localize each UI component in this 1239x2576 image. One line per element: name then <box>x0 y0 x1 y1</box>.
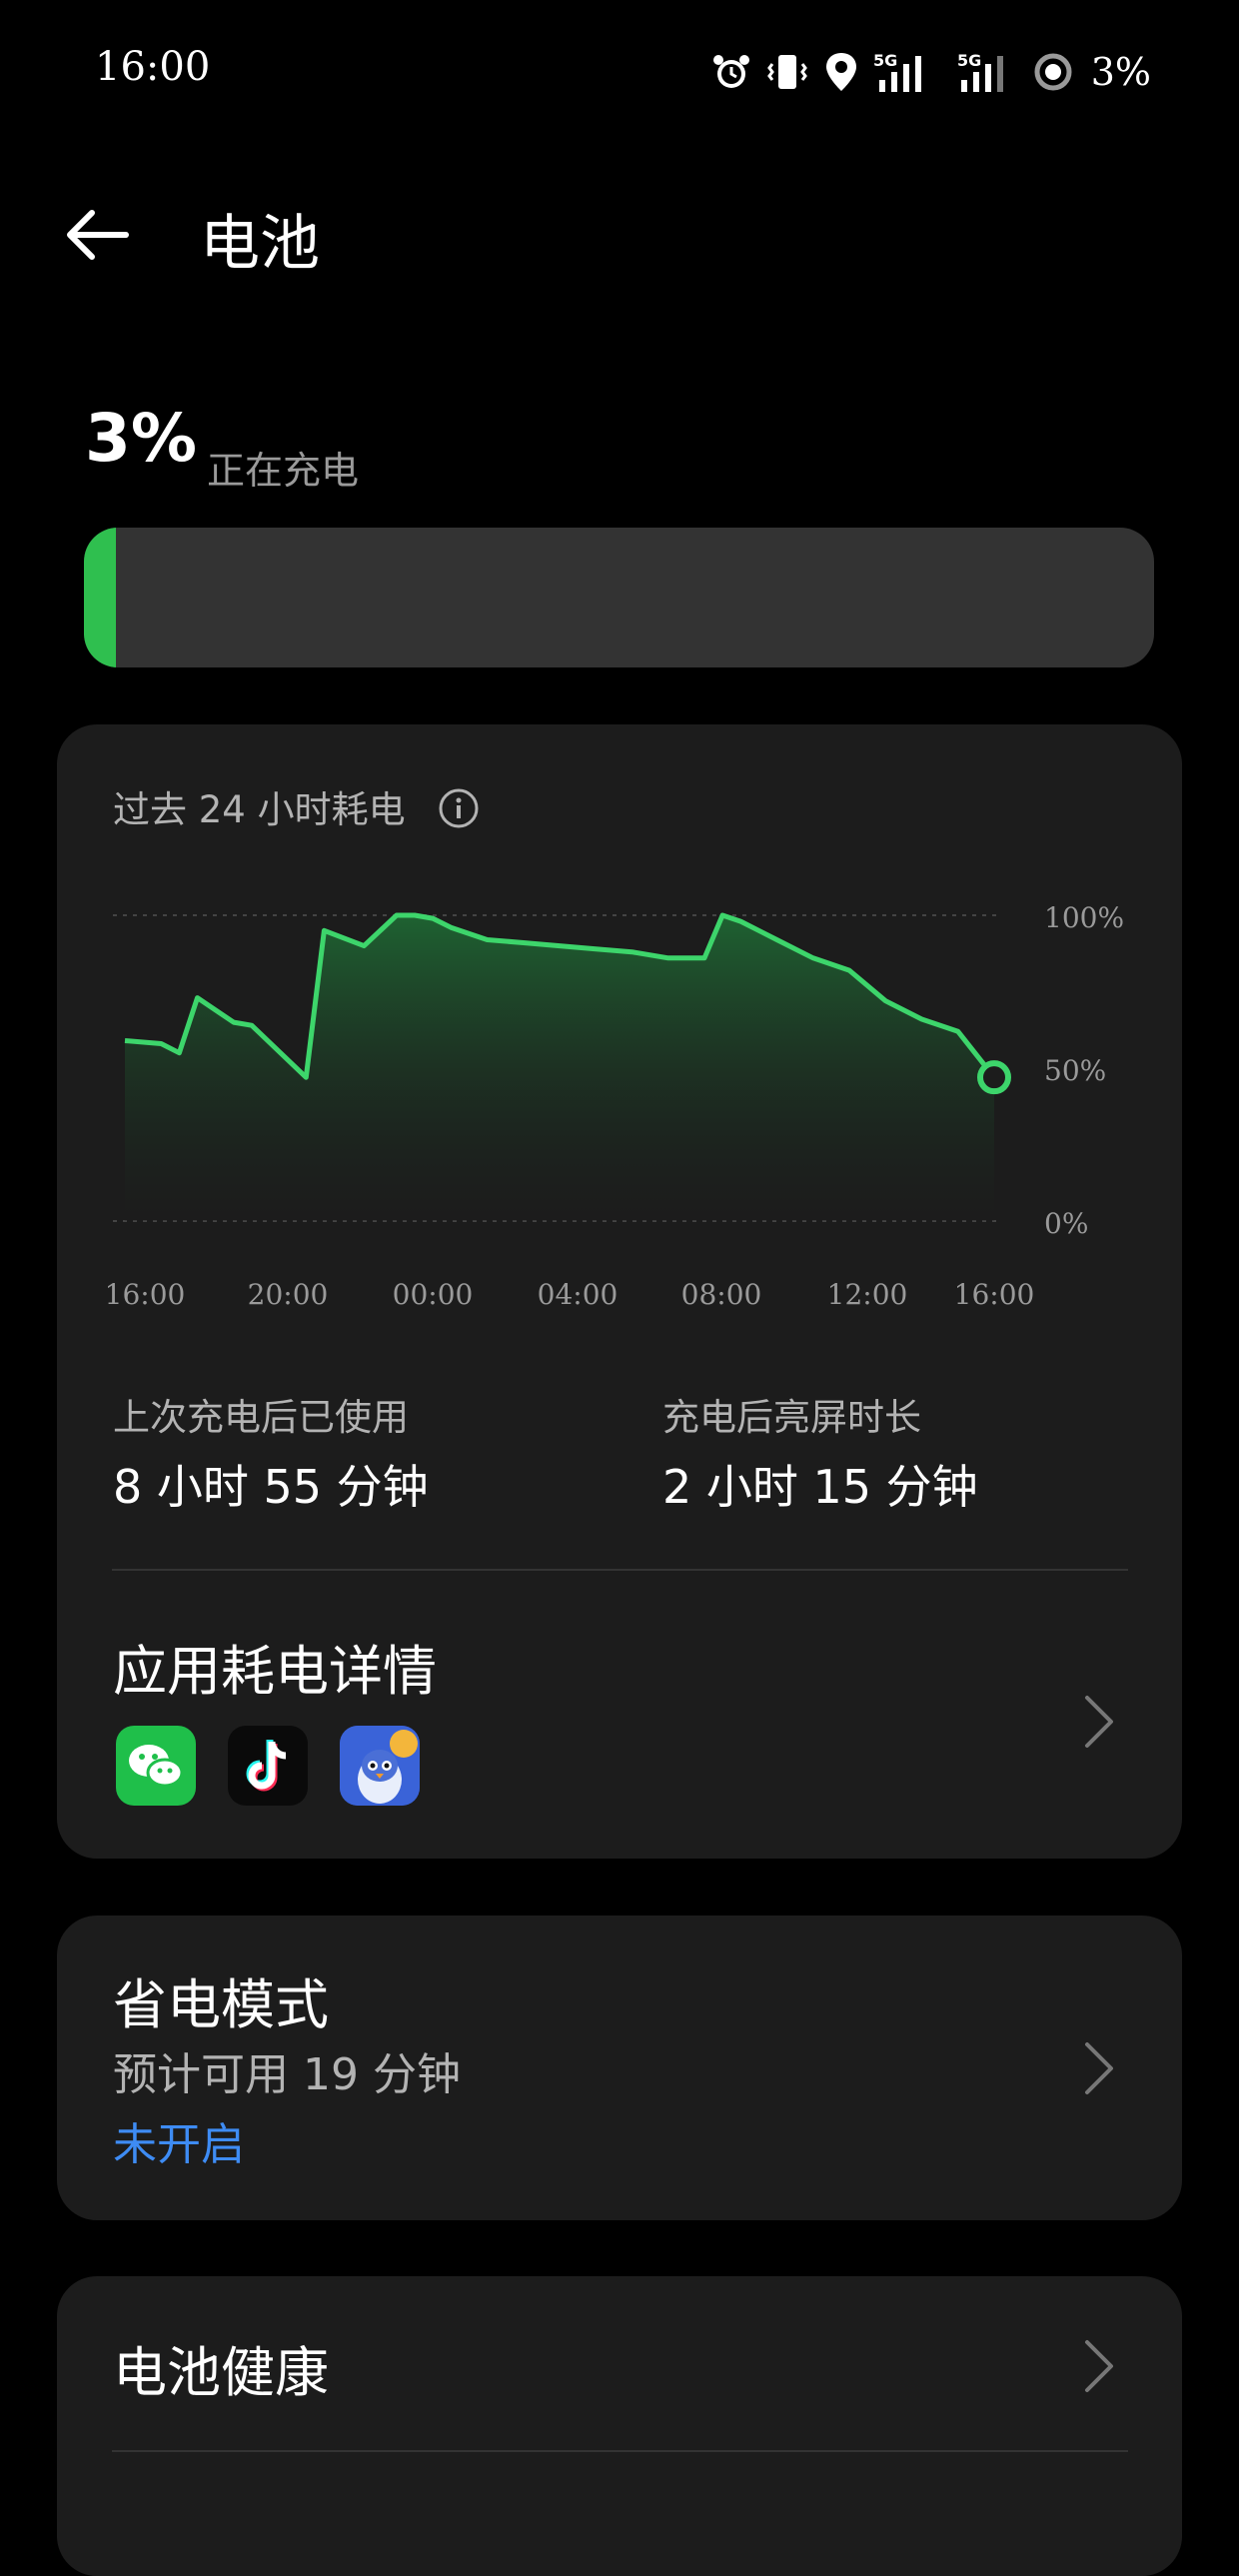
chevron-right-icon <box>1085 1696 1113 1748</box>
battery-usage-chart: 100% 50% 0% 16:00 20:00 00:00 04:00 08:00 12:00 1… <box>105 901 1124 1311</box>
x-tick-label: 16:00 <box>954 1278 1035 1311</box>
power-saving-estimate: 预计可用 19 分钟 <box>113 2049 461 2100</box>
x-tick-label: 12:00 <box>827 1278 908 1311</box>
divider <box>112 1569 1128 1571</box>
y-tick-label: 100% <box>1044 901 1124 934</box>
power-saving-title: 省电模式 <box>113 1973 329 2036</box>
app-usage-row[interactable] <box>57 1579 1182 1859</box>
y-tick-label: 50% <box>1044 1054 1106 1087</box>
current-level-marker <box>977 1060 1011 1095</box>
power-saving-state: 未开启 <box>113 2119 245 2170</box>
usage-area <box>125 915 994 1221</box>
battery-health-title: 电池健康 <box>113 2341 329 2404</box>
chevron-right-icon <box>1085 2042 1113 2094</box>
y-tick-label: 0% <box>1044 1207 1088 1240</box>
x-tick-label: 20:00 <box>248 1278 329 1311</box>
chevron-right-icon <box>1085 2340 1113 2392</box>
wechat-icon <box>116 1726 196 1806</box>
x-tick-label: 04:00 <box>538 1278 619 1311</box>
x-tick-label: 00:00 <box>393 1278 474 1311</box>
used-since-charge-label: 上次充电后已使用 <box>113 1396 409 1439</box>
screen-on-value: 2 小时 15 分钟 <box>662 1460 978 1514</box>
battery-health-card[interactable] <box>57 2276 1182 2576</box>
app-usage-title: 应用耗电详情 <box>113 1640 437 1703</box>
screen-on-label: 充电后亮屏时长 <box>662 1396 921 1439</box>
x-tick-label: 16:00 <box>105 1278 186 1311</box>
used-since-charge-value: 8 小时 55 分钟 <box>113 1460 429 1514</box>
divider <box>112 2450 1128 2452</box>
game-penguin-icon <box>340 1726 420 1806</box>
x-tick-label: 08:00 <box>681 1278 762 1311</box>
tiktok-icon <box>228 1726 308 1806</box>
